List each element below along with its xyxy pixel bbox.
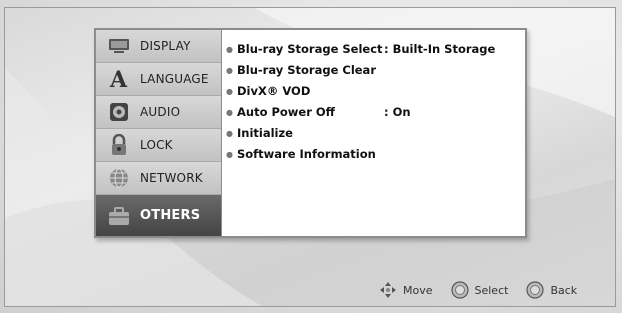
- setting-row-auto-power-off[interactable]: ● Auto Power Off : On: [226, 102, 411, 122]
- sidebar-item-label: LANGUAGE: [140, 72, 209, 86]
- setting-label: Initialize: [236, 126, 293, 140]
- display-icon: [106, 33, 132, 59]
- sidebar-item-label: OTHERS: [140, 208, 201, 223]
- setup-menu: DISPLAY A LANGUAGE AUDIO LOCK NETWORK OT…: [94, 28, 527, 238]
- setting-row-storage-select[interactable]: ● Blu-ray Storage Select : Built-In Stor…: [226, 39, 495, 59]
- setting-label: Blu-ray Storage Clear: [236, 63, 376, 77]
- lock-icon: [106, 132, 132, 158]
- setting-label: Software Information: [236, 147, 376, 161]
- arrows-icon: [379, 281, 397, 299]
- toolbox-icon: [106, 203, 132, 229]
- return-button-icon: [526, 281, 545, 299]
- sidebar-item-label: AUDIO: [140, 105, 181, 119]
- network-icon: [106, 165, 132, 191]
- select-hint-label: Select: [474, 283, 509, 297]
- enter-button-icon: [450, 281, 469, 299]
- sidebar-item-label: NETWORK: [140, 171, 203, 185]
- setting-label: Blu-ray Storage Select: [236, 42, 383, 56]
- back-hint: Back: [526, 281, 577, 299]
- setting-row-software-info[interactable]: ● Software Information: [226, 144, 376, 164]
- setting-row-initialize[interactable]: ● Initialize: [226, 123, 293, 143]
- back-hint-label: Back: [550, 283, 578, 297]
- setting-row-storage-clear[interactable]: ● Blu-ray Storage Clear: [226, 60, 376, 80]
- setting-label: DivX® VOD: [236, 84, 311, 98]
- move-hint: Move: [379, 281, 433, 299]
- sidebar-item-audio[interactable]: AUDIO: [96, 96, 221, 129]
- svg-text:A: A: [109, 68, 128, 90]
- setting-value: : Built-In Storage: [384, 42, 496, 56]
- sidebar-item-label: DISPLAY: [140, 39, 191, 53]
- sidebar-item-network[interactable]: NETWORK: [96, 162, 221, 195]
- sidebar-item-language[interactable]: A LANGUAGE: [96, 63, 221, 96]
- audio-icon: [106, 99, 132, 125]
- sidebar-item-display[interactable]: DISPLAY: [96, 30, 221, 63]
- sidebar: DISPLAY A LANGUAGE AUDIO LOCK NETWORK OT…: [96, 30, 222, 236]
- move-hint-label: Move: [403, 283, 433, 297]
- sidebar-item-lock[interactable]: LOCK: [96, 129, 221, 162]
- setting-value: : On: [384, 105, 411, 119]
- button-hints: Move Select Back: [379, 280, 595, 300]
- setting-row-divx-vod[interactable]: ● DivX® VOD: [226, 81, 310, 101]
- sidebar-item-others[interactable]: OTHERS: [96, 195, 221, 236]
- setting-label: Auto Power Off: [236, 105, 335, 119]
- select-hint: Select: [450, 281, 509, 299]
- language-icon: A: [106, 66, 132, 92]
- sidebar-item-label: LOCK: [140, 138, 173, 152]
